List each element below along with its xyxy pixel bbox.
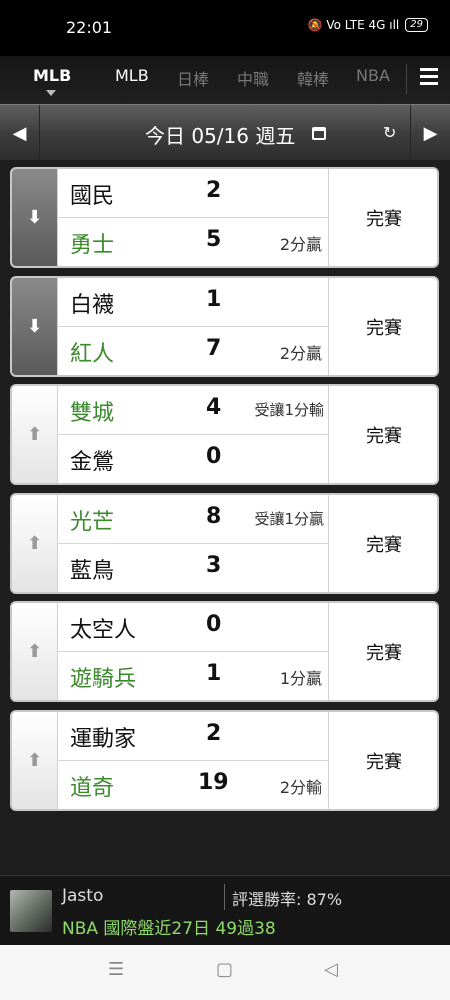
avatar [10,890,52,932]
arrow-up-icon: ⬆ [26,750,43,771]
date-label[interactable]: 今日 05/16 週五 [145,120,295,149]
tab-mlb[interactable]: MLB [115,66,149,85]
battery-icon: 29 [405,18,428,32]
expert-banner[interactable]: Jasto 評選勝率: 87% NBA 國際盤近27日 49過38 [0,875,450,945]
team-row: 道奇 19 2分輸 [58,761,328,809]
team-name: 運動家 [70,727,137,752]
game-list: ⬇ 國民 2 勇士 5 2分贏 完賽 ⬇ 白襪 1 紅人 7 2分贏 完賽 ⬆ 雙城 4 受讓1分輸 金鶯 0 完賽 ⬆ 光… [0,160,450,875]
team-score: 7 [206,336,222,361]
game-card[interactable]: ⬆ 太空人 0 遊騎兵 1 1分贏 完賽 [10,601,439,702]
chevron-down-icon [46,90,56,96]
spread-result: 2分輸 [279,778,322,797]
back-icon[interactable]: ◁ [324,959,338,980]
game-status: 完賽 [328,603,437,700]
team-row: 勇士 5 2分贏 [58,218,328,266]
spread-result: 2分贏 [279,344,322,363]
status-bar: 22:01 🔕 Vo LTE 4G ıll 29 [0,0,450,56]
team-score: 4 [206,395,222,420]
recent-apps-icon[interactable]: ☰ [108,959,124,980]
game-status: 完賽 [328,386,437,483]
tab-cpbl[interactable]: 中職 [237,66,269,90]
team-row: 光芒 8 受讓1分贏 [58,495,328,544]
team-score: 0 [206,444,222,469]
team-score: 2 [206,721,222,746]
team-score: 8 [206,504,222,529]
game-card[interactable]: ⬇ 白襪 1 紅人 7 2分贏 完賽 [10,276,439,377]
expand-button[interactable]: ⬆ [12,712,58,809]
game-card[interactable]: ⬆ 光芒 8 受讓1分贏藍鳥 3 完賽 [10,493,439,594]
calendar-icon[interactable] [312,127,326,140]
team-row: 國民 2 [58,169,328,218]
team-name: 勇士 [70,233,115,258]
arrow-up-icon: ⬆ [26,424,43,445]
previous-day-button[interactable]: ◀ [0,105,40,161]
team-score: 1 [206,287,222,312]
hamburger-menu-icon[interactable] [420,68,438,89]
team-row: 運動家 2 [58,712,328,761]
home-icon[interactable]: ▢ [216,959,233,980]
team-name: 白襪 [70,293,115,318]
team-name: 藍鳥 [70,559,115,584]
team-name: 太空人 [70,618,137,643]
team-score: 3 [206,553,222,578]
game-status: 完賽 [328,712,437,809]
next-day-button[interactable]: ▶ [410,105,450,161]
spread-result: 受讓1分輸 [254,401,324,419]
current-league-selector[interactable]: MLB [33,66,71,85]
tab-nba[interactable]: NBA [356,66,390,85]
team-row: 太空人 0 [58,603,328,652]
game-card[interactable]: ⬇ 國民 2 勇士 5 2分贏 完賽 [10,167,439,268]
arrow-down-icon: ⬇ [26,207,43,228]
game-status: 完賽 [328,278,437,375]
expand-button[interactable]: ⬆ [12,495,58,592]
date-bar: ◀ 今日 05/16 週五 ↻ ▶ [0,104,450,161]
team-row: 遊騎兵 1 1分贏 [58,652,328,700]
expert-name: Jasto [62,886,104,906]
expand-button[interactable]: ⬆ [12,386,58,483]
game-card[interactable]: ⬆ 運動家 2 道奇 19 2分輸 完賽 [10,710,439,811]
team-score: 19 [198,770,229,795]
game-card[interactable]: ⬆ 雙城 4 受讓1分輸金鶯 0 完賽 [10,384,439,485]
team-row: 藍鳥 3 [58,544,328,592]
collapse-button[interactable]: ⬇ [12,169,58,266]
team-name: 光芒 [70,510,115,535]
team-row: 金鶯 0 [58,435,328,483]
arrow-up-icon: ⬆ [26,533,43,554]
team-score: 1 [206,661,222,686]
spread-result: 2分贏 [279,235,322,254]
team-score: 2 [206,178,222,203]
arrow-up-icon: ⬆ [26,641,43,662]
team-name: 金鶯 [70,450,115,475]
team-score: 5 [206,227,222,252]
expert-record: NBA 國際盤近27日 49過38 [62,919,276,939]
tab-kbo[interactable]: 韓棒 [297,66,329,90]
system-nav-bar: ☰ ▢ ◁ [0,945,450,1000]
team-row: 紅人 7 2分贏 [58,327,328,375]
team-name: 紅人 [70,342,115,367]
spread-result: 1分贏 [279,669,322,688]
team-score: 0 [206,612,222,637]
status-time: 22:01 [66,18,113,37]
team-row: 白襪 1 [58,278,328,327]
game-status: 完賽 [328,495,437,592]
spread-result: 受讓1分贏 [254,510,324,528]
game-status: 完賽 [328,169,437,266]
team-name: 雙城 [70,401,115,426]
refresh-icon[interactable]: ↻ [383,123,396,142]
expand-button[interactable]: ⬆ [12,603,58,700]
team-row: 雙城 4 受讓1分輸 [58,386,328,435]
collapse-button[interactable]: ⬇ [12,278,58,375]
status-icons: 🔕 Vo LTE 4G ıll 29 [308,18,428,32]
signal-icons: 🔕 Vo LTE 4G ıll [307,18,400,32]
league-tab-bar: MLB MLB 日棒 中職 韓棒 NBA [0,56,450,104]
team-name: 遊騎兵 [70,667,137,692]
arrow-down-icon: ⬇ [26,316,43,337]
divider [224,884,225,910]
team-name: 道奇 [70,776,115,801]
team-name: 國民 [70,184,115,209]
expert-win-rate: 評選勝率: 87% [232,890,343,909]
divider [406,64,407,94]
tab-npb[interactable]: 日棒 [177,66,209,90]
